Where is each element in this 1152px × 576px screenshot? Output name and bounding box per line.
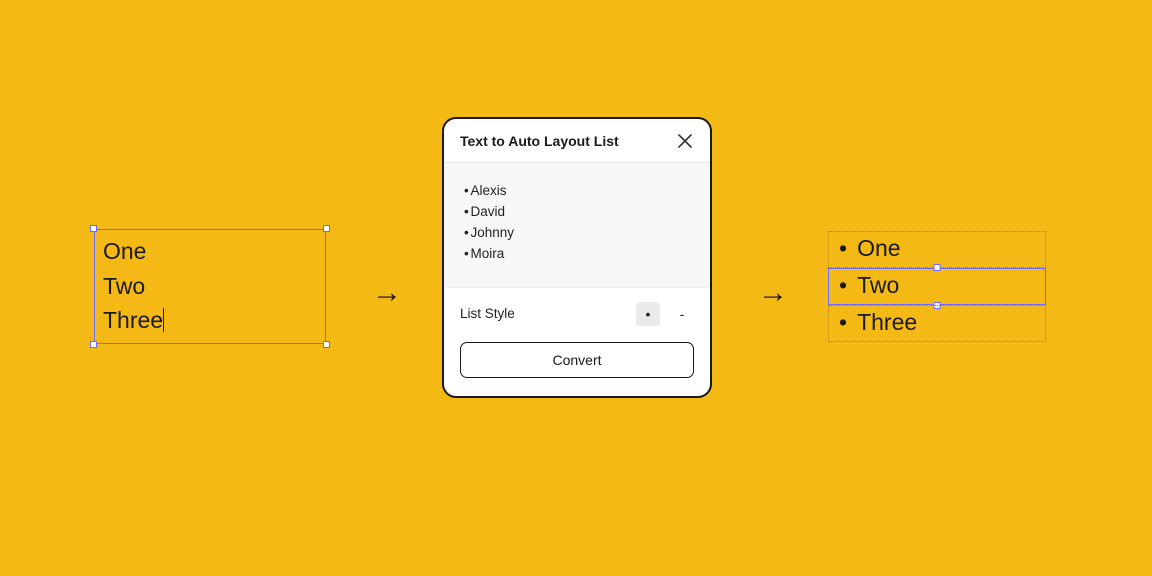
list-item-label: Two bbox=[857, 274, 899, 297]
input-line-2: Two bbox=[103, 273, 145, 299]
dialog-controls: List Style • - Convert bbox=[444, 288, 710, 396]
convert-button[interactable]: Convert bbox=[460, 342, 694, 378]
list-style-row: List Style • - bbox=[460, 302, 694, 326]
bullet-icon: • bbox=[839, 237, 847, 260]
resize-handle-bottom-right[interactable] bbox=[323, 341, 330, 348]
preview-item: Johnny bbox=[464, 223, 690, 244]
resize-handle-bottom-left[interactable] bbox=[90, 341, 97, 348]
dialog-title: Text to Auto Layout List bbox=[460, 133, 619, 149]
text-caret bbox=[163, 308, 164, 332]
plugin-dialog: Text to Auto Layout List Alexis David Jo… bbox=[442, 117, 712, 398]
preview-item: David bbox=[464, 202, 690, 223]
preview-pane: Alexis David Johnny Moira bbox=[444, 163, 710, 288]
arrow-icon: → bbox=[758, 276, 788, 310]
input-line-3: Three bbox=[103, 307, 163, 333]
preview-item: Moira bbox=[464, 244, 690, 265]
list-style-label: List Style bbox=[460, 306, 515, 321]
list-style-option-dash[interactable]: - bbox=[670, 302, 694, 326]
resize-handle-top-right[interactable] bbox=[323, 225, 330, 232]
dialog-header: Text to Auto Layout List bbox=[444, 119, 710, 163]
list-item[interactable]: • One bbox=[828, 231, 1046, 268]
resize-handle-top[interactable] bbox=[934, 264, 941, 271]
list-item[interactable]: • Three bbox=[828, 305, 1046, 342]
close-icon bbox=[678, 134, 692, 148]
close-button[interactable] bbox=[676, 132, 694, 150]
output-auto-layout-list[interactable]: • One • Two • Three bbox=[828, 231, 1046, 342]
list-style-option-bullet[interactable]: • bbox=[636, 302, 660, 326]
input-text-frame[interactable]: One Two Three bbox=[94, 229, 326, 344]
list-item-label: One bbox=[857, 237, 900, 260]
input-text-lines[interactable]: One Two Three bbox=[95, 230, 325, 342]
resize-handle-top-left[interactable] bbox=[90, 225, 97, 232]
bullet-icon: • bbox=[839, 311, 847, 334]
convert-button-label: Convert bbox=[552, 352, 601, 368]
input-line-1: One bbox=[103, 238, 146, 264]
bullet-icon: • bbox=[839, 274, 847, 297]
list-item-label: Three bbox=[857, 311, 917, 334]
list-item-selected[interactable]: • Two bbox=[828, 268, 1046, 305]
list-style-options: • - bbox=[636, 302, 694, 326]
preview-item: Alexis bbox=[464, 181, 690, 202]
arrow-icon: → bbox=[372, 276, 402, 310]
